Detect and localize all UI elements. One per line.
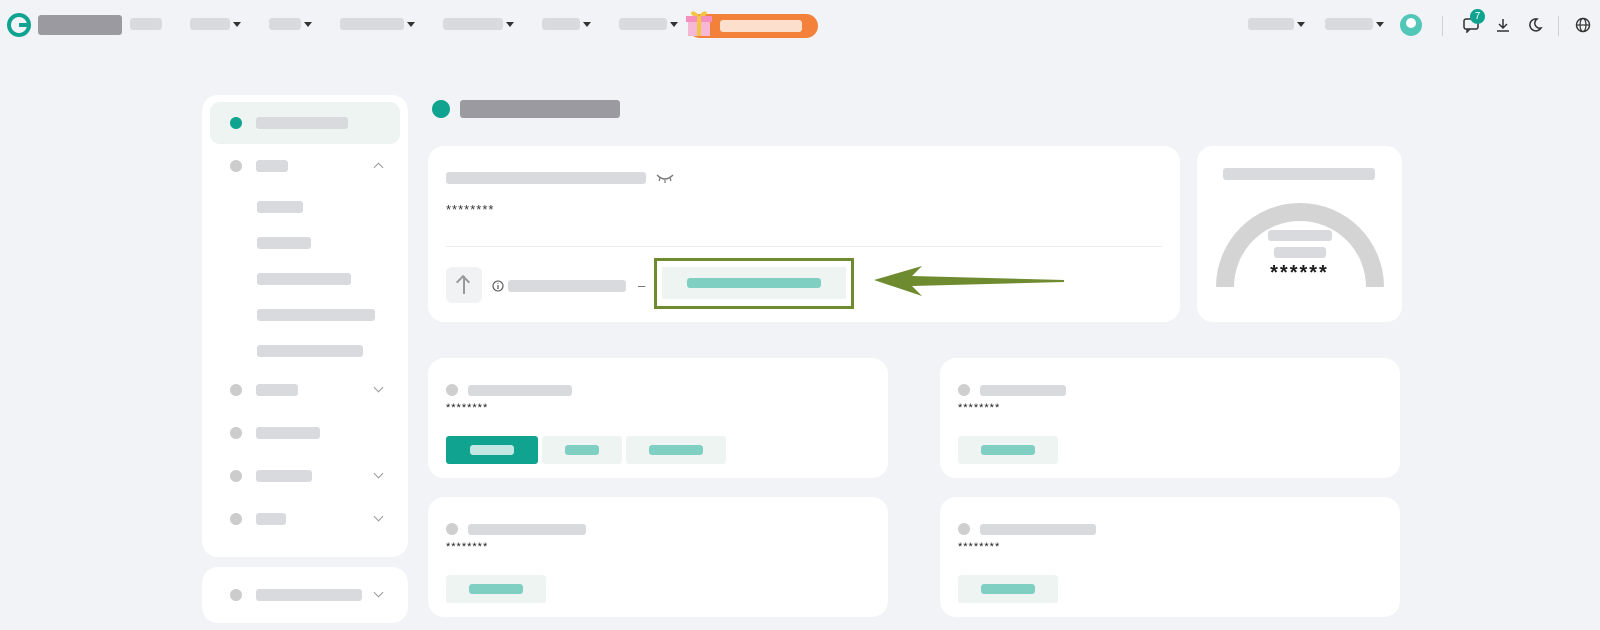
margin-account-value: ******** xyxy=(958,402,1001,414)
sidebar-sub-assets[interactable] xyxy=(257,201,303,213)
nav-futures[interactable] xyxy=(340,18,415,30)
info-icon[interactable] xyxy=(492,279,504,292)
chevron-up-icon xyxy=(373,162,384,173)
main-nav xyxy=(130,18,706,30)
distribution-title xyxy=(1223,168,1375,180)
activate-pnl-button[interactable] xyxy=(662,267,846,299)
chevron-down-icon xyxy=(373,511,384,522)
sidebar-item-history[interactable] xyxy=(210,574,400,616)
sidebar-sub-withdraw-records[interactable] xyxy=(257,345,363,357)
nav-orders[interactable] xyxy=(1325,18,1384,30)
avatar[interactable] xyxy=(1400,14,1422,36)
sidebar-item-futures[interactable] xyxy=(210,412,400,454)
amm-icon xyxy=(230,513,242,525)
transfer-button[interactable] xyxy=(626,436,726,464)
distribution-value: ****** xyxy=(1270,262,1329,284)
transfer-button[interactable] xyxy=(446,575,546,603)
sidebar-item-amm[interactable] xyxy=(210,498,400,540)
download-icon[interactable] xyxy=(1494,17,1512,35)
spot-account-value: ******** xyxy=(446,402,489,414)
chevron-down-icon xyxy=(373,468,384,479)
highlight-box xyxy=(654,258,854,309)
spot-icon xyxy=(446,384,458,396)
finance-account-card: ******** xyxy=(940,497,1400,617)
nav-more[interactable] xyxy=(619,18,678,30)
spot-account-title xyxy=(468,384,572,396)
divider xyxy=(446,246,1162,247)
history-icon xyxy=(230,589,242,601)
daily-pnl-label xyxy=(508,279,626,292)
total-assets-value: ******** xyxy=(446,202,495,217)
total-assets-label xyxy=(446,172,646,184)
divider xyxy=(1558,16,1559,36)
right-nav xyxy=(1248,18,1404,30)
logo[interactable] xyxy=(6,12,122,38)
chevron-down-icon xyxy=(304,21,312,27)
chevron-down-icon xyxy=(670,21,678,27)
pie-chart-icon xyxy=(230,117,242,129)
chevron-down-icon xyxy=(1297,21,1305,27)
chevron-down-icon xyxy=(506,21,514,27)
futures-account-title xyxy=(468,523,586,535)
sidebar-sub-deposit-records[interactable] xyxy=(257,309,375,321)
transfer-button[interactable] xyxy=(958,436,1058,464)
withdraw-button[interactable] xyxy=(542,436,622,464)
eye-closed-icon[interactable] xyxy=(656,173,674,183)
notification-badge: 7 xyxy=(1470,9,1485,24)
chevron-down-icon xyxy=(233,21,241,27)
sidebar-sub-withdraw[interactable] xyxy=(257,273,351,285)
sidebar xyxy=(202,95,408,557)
deposit-button[interactable] xyxy=(446,436,538,464)
sidebar-item-finance[interactable] xyxy=(210,455,400,497)
chevron-down-icon xyxy=(373,382,384,393)
nav-spot[interactable] xyxy=(269,18,312,30)
margin-icon xyxy=(958,384,970,396)
finance-icon xyxy=(958,523,970,535)
daily-pnl-value: – xyxy=(638,278,646,293)
logo-text xyxy=(38,15,122,35)
futures-icon xyxy=(230,427,242,439)
finance-icon xyxy=(230,470,242,482)
top-navigation: 7 xyxy=(0,0,1600,52)
logo-icon xyxy=(7,13,31,37)
finance-account-value: ******** xyxy=(958,541,1001,553)
margin-account-title xyxy=(980,384,1066,396)
distribution-caption xyxy=(1267,230,1332,241)
nav-finance[interactable] xyxy=(443,18,514,30)
total-assets-card: ******** – xyxy=(428,146,1180,322)
distribution-caption xyxy=(1273,247,1326,258)
spot-account-card: ******** xyxy=(428,358,888,478)
sidebar-item-spot[interactable] xyxy=(210,145,400,187)
globe-icon[interactable] xyxy=(1574,17,1592,35)
futures-account-value: ******** xyxy=(446,541,489,553)
chevron-down-icon xyxy=(1376,21,1384,27)
nav-assets[interactable] xyxy=(1248,18,1305,30)
pie-chart-icon xyxy=(432,100,450,118)
nav-stocks[interactable] xyxy=(542,18,591,30)
divider xyxy=(1442,16,1443,36)
gift-icon xyxy=(686,11,712,36)
chevron-down-icon xyxy=(373,587,384,598)
sidebar-item-margin[interactable] xyxy=(210,369,400,411)
page-title xyxy=(432,100,620,118)
finance-account-title xyxy=(980,523,1096,535)
futures-account-card: ******** xyxy=(428,497,888,617)
nav-market[interactable] xyxy=(190,18,241,30)
margin-account-card: ******** xyxy=(940,358,1400,478)
sidebar-sub-deposit[interactable] xyxy=(257,237,311,249)
chevron-down-icon xyxy=(583,21,591,27)
arrow-left-icon xyxy=(874,266,1064,296)
futures-icon xyxy=(446,523,458,535)
arrow-up-icon xyxy=(446,267,482,303)
sidebar-secondary xyxy=(202,567,408,623)
asset-distribution-card: ****** xyxy=(1197,146,1402,322)
chevron-down-icon xyxy=(407,21,415,27)
moon-icon[interactable] xyxy=(1526,17,1544,35)
nav-fiat[interactable] xyxy=(130,18,162,30)
spot-icon xyxy=(230,160,242,172)
transfer-button[interactable] xyxy=(958,575,1058,603)
sidebar-item-overview[interactable] xyxy=(210,102,400,144)
margin-icon xyxy=(230,384,242,396)
